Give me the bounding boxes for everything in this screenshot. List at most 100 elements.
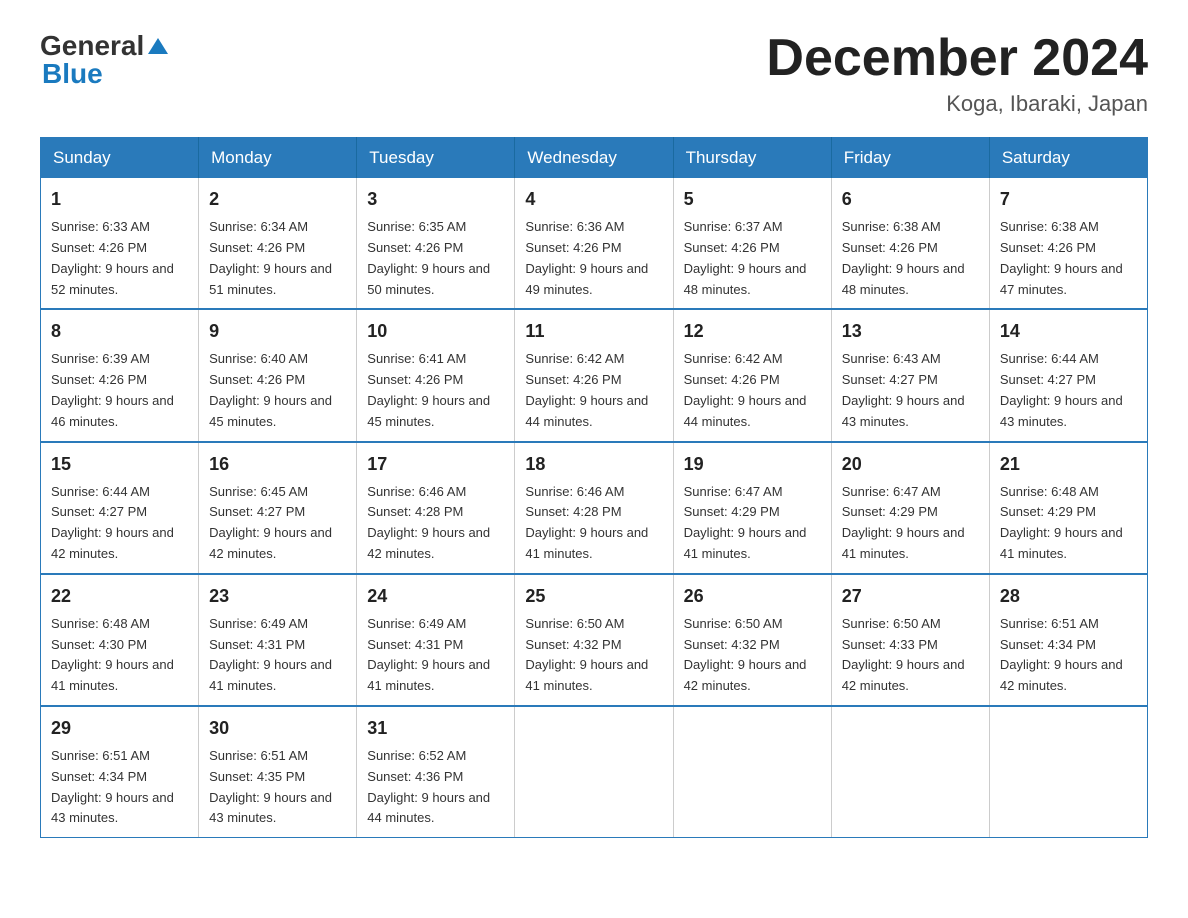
day-number: 14: [1000, 318, 1137, 345]
table-row: 6Sunrise: 6:38 AMSunset: 4:26 PMDaylight…: [831, 178, 989, 309]
col-monday: Monday: [199, 138, 357, 179]
col-tuesday: Tuesday: [357, 138, 515, 179]
calendar-week-row: 15 Sunrise: 6:44 AMSunset: 4:27 PMDayligh…: [41, 442, 1148, 574]
table-row: 22 Sunrise: 6:48 AMSunset: 4:30 PMDayligh…: [41, 574, 199, 706]
table-row: 11 Sunrise: 6:42 AMSunset: 4:26 PMDayligh…: [515, 309, 673, 441]
day-info: Sunrise: 6:40 AMSunset: 4:26 PMDaylight:…: [209, 351, 332, 428]
table-row: 14 Sunrise: 6:44 AMSunset: 4:27 PMDayligh…: [989, 309, 1147, 441]
day-info: Sunrise: 6:34 AMSunset: 4:26 PMDaylight:…: [209, 219, 332, 296]
day-number: 29: [51, 715, 188, 742]
day-number: 9: [209, 318, 346, 345]
day-number: 28: [1000, 583, 1137, 610]
day-number: 20: [842, 451, 979, 478]
day-number: 17: [367, 451, 504, 478]
col-friday: Friday: [831, 138, 989, 179]
day-number: 5: [684, 186, 821, 213]
table-row: 1 Sunrise: 6:33 AMSunset: 4:26 PMDaylight…: [41, 178, 199, 309]
day-info: Sunrise: 6:33 AMSunset: 4:26 PMDaylight:…: [51, 219, 174, 296]
day-info: Sunrise: 6:51 AMSunset: 4:35 PMDaylight:…: [209, 748, 332, 825]
table-row: [673, 706, 831, 838]
table-row: 8 Sunrise: 6:39 AMSunset: 4:26 PMDaylight…: [41, 309, 199, 441]
day-number: 19: [684, 451, 821, 478]
day-number: 23: [209, 583, 346, 610]
col-wednesday: Wednesday: [515, 138, 673, 179]
day-number: 15: [51, 451, 188, 478]
calendar-week-row: 1 Sunrise: 6:33 AMSunset: 4:26 PMDaylight…: [41, 178, 1148, 309]
day-info: Sunrise: 6:42 AMSunset: 4:26 PMDaylight:…: [525, 351, 648, 428]
logo-text-blue: Blue: [42, 58, 103, 90]
table-row: 5 Sunrise: 6:37 AMSunset: 4:26 PMDaylight…: [673, 178, 831, 309]
day-number: 13: [842, 318, 979, 345]
table-row: 20 Sunrise: 6:47 AMSunset: 4:29 PMDayligh…: [831, 442, 989, 574]
table-row: 27 Sunrise: 6:50 AMSunset: 4:33 PMDayligh…: [831, 574, 989, 706]
day-info: Sunrise: 6:44 AMSunset: 4:27 PMDaylight:…: [1000, 351, 1123, 428]
day-info: Sunrise: 6:45 AMSunset: 4:27 PMDaylight:…: [209, 484, 332, 561]
table-row: 4Sunrise: 6:36 AMSunset: 4:26 PMDaylight…: [515, 178, 673, 309]
table-row: 2 Sunrise: 6:34 AMSunset: 4:26 PMDaylight…: [199, 178, 357, 309]
table-row: 24 Sunrise: 6:49 AMSunset: 4:31 PMDayligh…: [357, 574, 515, 706]
day-number: 22: [51, 583, 188, 610]
day-info: Sunrise: 6:50 AMSunset: 4:33 PMDaylight:…: [842, 616, 965, 693]
col-saturday: Saturday: [989, 138, 1147, 179]
day-number: 25: [525, 583, 662, 610]
table-row: 3Sunrise: 6:35 AMSunset: 4:26 PMDaylight…: [357, 178, 515, 309]
table-row: [515, 706, 673, 838]
day-info: Sunrise: 6:39 AMSunset: 4:26 PMDaylight:…: [51, 351, 174, 428]
col-sunday: Sunday: [41, 138, 199, 179]
day-info: Sunrise: 6:46 AMSunset: 4:28 PMDaylight:…: [367, 484, 490, 561]
calendar-week-row: 22 Sunrise: 6:48 AMSunset: 4:30 PMDayligh…: [41, 574, 1148, 706]
table-row: 12Sunrise: 6:42 AMSunset: 4:26 PMDayligh…: [673, 309, 831, 441]
day-number: 27: [842, 583, 979, 610]
day-info: Sunrise: 6:38 AMSunset: 4:26 PMDaylight:…: [842, 219, 965, 296]
table-row: [989, 706, 1147, 838]
month-title: December 2024: [766, 30, 1148, 87]
calendar-week-row: 29Sunrise: 6:51 AMSunset: 4:34 PMDayligh…: [41, 706, 1148, 838]
calendar-table: Sunday Monday Tuesday Wednesday Thursday…: [40, 137, 1148, 838]
day-number: 12: [684, 318, 821, 345]
page-header: General Blue December 2024 Koga, Ibaraki…: [40, 30, 1148, 117]
day-info: Sunrise: 6:44 AMSunset: 4:27 PMDaylight:…: [51, 484, 174, 561]
day-number: 4: [525, 186, 662, 213]
day-info: Sunrise: 6:50 AMSunset: 4:32 PMDaylight:…: [684, 616, 807, 693]
day-number: 26: [684, 583, 821, 610]
table-row: 19 Sunrise: 6:47 AMSunset: 4:29 PMDayligh…: [673, 442, 831, 574]
table-row: 25Sunrise: 6:50 AMSunset: 4:32 PMDayligh…: [515, 574, 673, 706]
day-number: 18: [525, 451, 662, 478]
day-info: Sunrise: 6:37 AMSunset: 4:26 PMDaylight:…: [684, 219, 807, 296]
day-number: 30: [209, 715, 346, 742]
day-number: 16: [209, 451, 346, 478]
calendar-header-row: Sunday Monday Tuesday Wednesday Thursday…: [41, 138, 1148, 179]
table-row: 31Sunrise: 6:52 AMSunset: 4:36 PMDayligh…: [357, 706, 515, 838]
table-row: 9 Sunrise: 6:40 AMSunset: 4:26 PMDaylight…: [199, 309, 357, 441]
location-subtitle: Koga, Ibaraki, Japan: [766, 91, 1148, 117]
logo-triangle-icon: [148, 38, 168, 54]
logo: General Blue: [40, 30, 168, 90]
table-row: 21Sunrise: 6:48 AMSunset: 4:29 PMDayligh…: [989, 442, 1147, 574]
table-row: 10Sunrise: 6:41 AMSunset: 4:26 PMDayligh…: [357, 309, 515, 441]
day-info: Sunrise: 6:49 AMSunset: 4:31 PMDaylight:…: [367, 616, 490, 693]
day-info: Sunrise: 6:47 AMSunset: 4:29 PMDaylight:…: [842, 484, 965, 561]
day-info: Sunrise: 6:51 AMSunset: 4:34 PMDaylight:…: [1000, 616, 1123, 693]
table-row: [831, 706, 989, 838]
table-row: 15 Sunrise: 6:44 AMSunset: 4:27 PMDayligh…: [41, 442, 199, 574]
day-info: Sunrise: 6:49 AMSunset: 4:31 PMDaylight:…: [209, 616, 332, 693]
day-number: 2: [209, 186, 346, 213]
table-row: 18 Sunrise: 6:46 AMSunset: 4:28 PMDayligh…: [515, 442, 673, 574]
calendar-week-row: 8 Sunrise: 6:39 AMSunset: 4:26 PMDaylight…: [41, 309, 1148, 441]
day-number: 24: [367, 583, 504, 610]
day-number: 10: [367, 318, 504, 345]
table-row: 7Sunrise: 6:38 AMSunset: 4:26 PMDaylight…: [989, 178, 1147, 309]
day-info: Sunrise: 6:43 AMSunset: 4:27 PMDaylight:…: [842, 351, 965, 428]
table-row: 17 Sunrise: 6:46 AMSunset: 4:28 PMDayligh…: [357, 442, 515, 574]
day-info: Sunrise: 6:46 AMSunset: 4:28 PMDaylight:…: [525, 484, 648, 561]
table-row: 26 Sunrise: 6:50 AMSunset: 4:32 PMDayligh…: [673, 574, 831, 706]
day-info: Sunrise: 6:38 AMSunset: 4:26 PMDaylight:…: [1000, 219, 1123, 296]
day-info: Sunrise: 6:47 AMSunset: 4:29 PMDaylight:…: [684, 484, 807, 561]
day-info: Sunrise: 6:48 AMSunset: 4:29 PMDaylight:…: [1000, 484, 1123, 561]
day-number: 1: [51, 186, 188, 213]
day-info: Sunrise: 6:48 AMSunset: 4:30 PMDaylight:…: [51, 616, 174, 693]
day-number: 8: [51, 318, 188, 345]
table-row: 28 Sunrise: 6:51 AMSunset: 4:34 PMDayligh…: [989, 574, 1147, 706]
day-number: 31: [367, 715, 504, 742]
day-number: 11: [525, 318, 662, 345]
